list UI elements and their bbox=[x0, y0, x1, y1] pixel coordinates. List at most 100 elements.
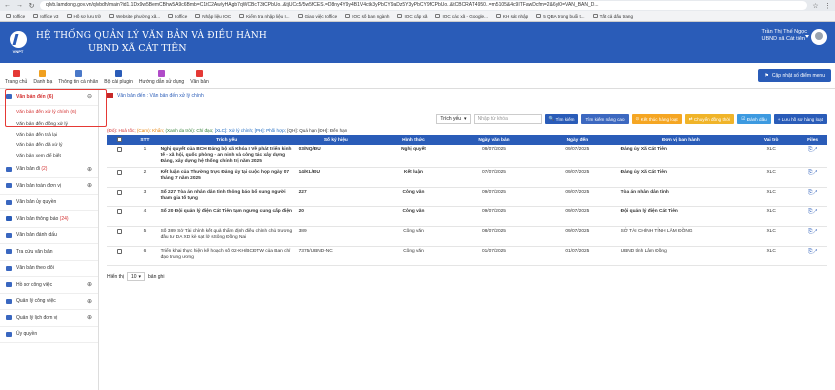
table-row[interactable]: 4 Số 20 Đội quản lý điện Cát Tiên tạm ngư… bbox=[107, 206, 827, 228]
bookmark-item[interactable]: Ioffice bbox=[168, 14, 187, 19]
reload-icon[interactable]: ↻ bbox=[28, 2, 35, 10]
plugin-icon bbox=[115, 70, 123, 77]
sidebar-item[interactable]: Văn bản theo dõi bbox=[0, 261, 98, 277]
table-row[interactable]: 5 Số 389 Sở Tài chính kết quả thẩm định đ… bbox=[107, 226, 827, 247]
sidebar-item[interactable]: Hồ sơ công việc ⊕ bbox=[0, 277, 98, 294]
page-size-select[interactable]: 10 ▾ bbox=[126, 272, 146, 282]
bookmark-item[interactable]: Kiểm tra nhập liệu I... bbox=[239, 14, 290, 19]
bookmark-item[interactable]: IOC các xã - Google... bbox=[435, 14, 488, 19]
avatar[interactable] bbox=[811, 29, 827, 45]
back-icon[interactable]: ← bbox=[4, 2, 11, 9]
filter-select[interactable]: Trích yếu ▾ bbox=[436, 114, 471, 124]
col-issuer[interactable]: Đơn vị ban hành bbox=[618, 135, 745, 145]
chevron-down-icon[interactable] bbox=[805, 35, 809, 38]
cell-summary[interactable]: Kết luận của Thường trực Đảng ủy tại cuộ… bbox=[157, 167, 296, 188]
bookmark-item[interactable]: Website phường xã... bbox=[109, 14, 160, 19]
bookmark-item[interactable]: Ioffice bbox=[6, 14, 25, 19]
advanced-search-button[interactable]: Tìm kiếm nâng cao bbox=[581, 114, 629, 124]
external-link-icon[interactable]: ↗ bbox=[813, 229, 817, 235]
external-link-icon[interactable]: ↗ bbox=[813, 190, 817, 196]
bookmark-item[interactable]: IOC cấp xã bbox=[397, 14, 427, 19]
external-link-icon[interactable]: ↗ bbox=[813, 249, 817, 255]
star-icon[interactable]: ☆ bbox=[812, 2, 819, 10]
bookmark-item[interactable]: Giao việc Ioffice bbox=[297, 14, 337, 19]
expand-icon[interactable]: ⊕ bbox=[87, 314, 92, 321]
bookmark-item[interactable]: Hồ sơ lưu trữ bbox=[66, 14, 101, 19]
bulk-move-button[interactable]: ⇄ Chuyển đồng thời bbox=[684, 114, 735, 124]
sidebar-sub-returned[interactable]: Văn bản đến trả lại bbox=[0, 130, 98, 141]
bookmark-item[interactable]: Nhập liệu IOC bbox=[195, 14, 231, 19]
mark-button[interactable]: ☑ Đánh dấu bbox=[737, 114, 771, 124]
row-checkbox[interactable] bbox=[117, 248, 123, 254]
update-menu-button[interactable]: ⚑ Cập nhật số điểm menu bbox=[758, 69, 831, 82]
external-link-icon[interactable]: ↗ bbox=[813, 209, 817, 215]
row-checkbox[interactable] bbox=[117, 170, 123, 175]
bulk-finish-button[interactable]: ⊙ Kết thúc hàng loạt bbox=[631, 114, 682, 124]
cell-summary[interactable]: Số 227 Tòa án nhân dân tỉnh thông báo bổ… bbox=[157, 187, 296, 208]
sidebar-item[interactable]: Văn bản thông báo (24) bbox=[0, 211, 98, 228]
col-code[interactable]: Số ký hiệu bbox=[296, 135, 377, 145]
search-input[interactable]: Nhập từ khóa bbox=[473, 114, 542, 124]
address-bar[interactable]: qlvb.lamdong.gov.vn/qlvbdh/main?id1.1Dx9… bbox=[40, 1, 807, 10]
col-arrival-date[interactable]: Ngày đến bbox=[537, 135, 618, 145]
table-row[interactable]: 2 Kết luận của Thường trực Đảng ủy tại cu… bbox=[107, 167, 827, 188]
user-info[interactable]: Trần Thị Thế Ngọc UBND xã Cát tiên bbox=[762, 29, 807, 43]
row-checkbox[interactable] bbox=[117, 229, 123, 235]
collapse-icon[interactable]: ⊖ bbox=[87, 93, 92, 100]
extensions-icon[interactable]: ⋮ bbox=[824, 2, 831, 10]
sidebar-item[interactable]: Văn bản ủy quyền bbox=[0, 195, 98, 211]
cell-summary[interactable]: Số 389 Sở Tài chính kết quả thẩm định đi… bbox=[157, 226, 296, 247]
bookmark-item[interactable]: KH sát nhập bbox=[495, 14, 528, 19]
col-doc-date[interactable]: Ngày văn bản bbox=[451, 135, 537, 145]
tab-documents[interactable]: Văn bản bbox=[187, 70, 212, 85]
cell-unit: UBND tỉnh Lâm Đồng bbox=[617, 246, 745, 267]
tab-plugin[interactable]: Bộ cài plugin bbox=[101, 70, 136, 85]
col-stt[interactable]: STT bbox=[132, 135, 157, 145]
sidebar-item[interactable]: Quản lý công việc ⊕ bbox=[0, 294, 98, 310]
col-role[interactable]: Vai trò bbox=[744, 135, 798, 145]
expand-icon[interactable]: ⊕ bbox=[87, 182, 92, 189]
search-button[interactable]: 🔍 Tìm kiếm bbox=[544, 114, 579, 124]
sidebar-item[interactable]: Ủy quyền bbox=[0, 327, 98, 343]
cell-summary[interactable]: Triển khai thực hiện kế hoạch số 02-KH/B… bbox=[157, 246, 296, 267]
tab-profile[interactable]: Thông tin cá nhân bbox=[55, 70, 101, 85]
table-row[interactable]: 3 Số 227 Tòa án nhân dân tỉnh thông báo b… bbox=[107, 187, 827, 208]
cell-summary[interactable]: Nghị quyết của BCH Đảng bộ xã Khóa I Về … bbox=[157, 145, 296, 168]
external-link-icon[interactable]: ↗ bbox=[813, 147, 817, 153]
select-all-checkbox[interactable] bbox=[117, 136, 123, 142]
bookmark-item[interactable]: IOC số ban ngành bbox=[345, 14, 389, 19]
row-checkbox[interactable] bbox=[117, 189, 123, 195]
table-row[interactable]: 1 Nghị quyết của BCH Đảng bộ xã Khóa I Về… bbox=[107, 145, 827, 168]
tab-contacts[interactable]: Danh bạ bbox=[30, 70, 55, 85]
cell-summary[interactable]: Số 20 Đội quản lý điện Cát Tiên tạm ngưn… bbox=[157, 206, 296, 228]
col-summary[interactable]: Trích yếu bbox=[158, 135, 296, 145]
expand-icon[interactable]: ⊕ bbox=[87, 298, 92, 305]
sidebar-sub-processed[interactable]: Văn bản đến đã xử lý bbox=[0, 141, 98, 152]
bookmark-item[interactable]: Tất cả dấu trang bbox=[592, 14, 633, 19]
sidebar-item[interactable]: Văn bản đánh dấu bbox=[0, 228, 98, 244]
expand-icon[interactable]: ⊕ bbox=[87, 166, 92, 173]
table-row[interactable]: 6 Triển khai thực hiện kế hoạch số 02-KH/… bbox=[107, 246, 827, 267]
sidebar-item[interactable]: Văn bản toàn đơn vị ⊕ bbox=[0, 178, 98, 195]
bookmark-item[interactable]: Ioffice v3 bbox=[33, 14, 59, 19]
cell-code: 03/NQ/ĐU bbox=[295, 145, 377, 168]
external-link-icon[interactable]: ↗ bbox=[813, 170, 817, 176]
tab-home[interactable]: Trang chủ bbox=[2, 70, 30, 85]
forward-icon[interactable]: → bbox=[16, 2, 23, 9]
row-checkbox[interactable] bbox=[117, 209, 123, 215]
col-type[interactable]: Hình thức bbox=[376, 135, 451, 145]
expand-icon[interactable]: ⊕ bbox=[87, 281, 92, 288]
sidebar-item[interactable]: Tra cứu văn bản bbox=[0, 244, 98, 261]
bookmark-item[interactable]: 5 QBA trong buổi t... bbox=[536, 14, 585, 19]
sidebar-item[interactable]: Văn bản đi (2) ⊕ bbox=[0, 162, 98, 178]
sidebar-sub-readonly[interactable]: Văn bản xem để biết bbox=[0, 151, 98, 162]
sidebar-item[interactable]: Quản lý lịch đơn vị ⊕ bbox=[0, 310, 98, 327]
bulk-save-button[interactable]: + Lưu hồ sơ hàng loạt bbox=[773, 114, 827, 124]
sidebar-sub-main-process[interactable]: Văn bản đến xử lý chính (6) bbox=[0, 106, 98, 120]
home-icon[interactable] bbox=[107, 93, 113, 98]
tab-guide[interactable]: Hướng dẫn sử dụng bbox=[136, 70, 187, 85]
sidebar-sub-coprocess[interactable]: Văn bản đến đồng xử lý bbox=[0, 120, 98, 131]
unit-title: UBND XÃ CÁT TIÊN bbox=[88, 43, 187, 54]
row-checkbox[interactable] bbox=[117, 147, 123, 152]
sidebar-item-incoming[interactable]: Văn bản đến (6) ⊖ bbox=[0, 89, 98, 106]
